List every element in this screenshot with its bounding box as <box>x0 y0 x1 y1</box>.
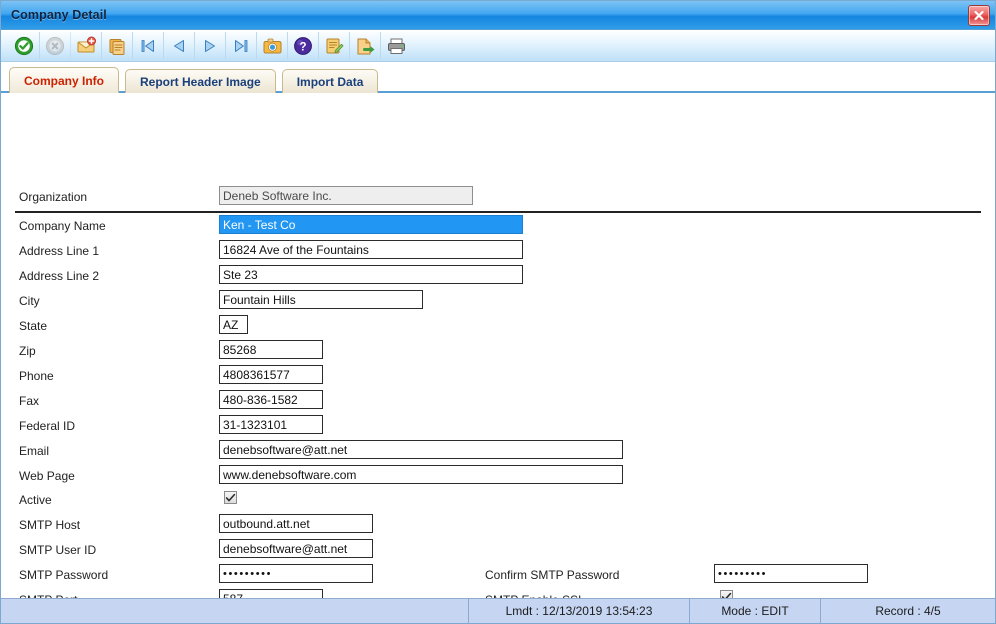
last-record-button[interactable] <box>226 32 257 59</box>
phone-input[interactable] <box>219 365 323 384</box>
active-label: Active <box>19 493 52 507</box>
tab-bar: Company Info Report Header Image Import … <box>1 62 995 93</box>
company-info-form: Organization Company Name Address Line 1… <box>1 93 995 598</box>
smtp-enable-ssl-label: SMTP Enable SSL <box>485 593 585 598</box>
phone-label: Phone <box>19 369 54 383</box>
export-button[interactable] <box>350 32 381 59</box>
section-divider <box>15 211 981 213</box>
next-record-button[interactable] <box>195 32 226 59</box>
status-bar-spacer <box>1 599 469 623</box>
print-button[interactable] <box>381 32 411 59</box>
smtp-password-input[interactable] <box>219 564 373 583</box>
smtp-host-input[interactable] <box>219 514 373 533</box>
checkmark-icon <box>225 493 236 501</box>
fax-input[interactable] <box>219 390 323 409</box>
state-input[interactable] <box>219 315 248 334</box>
first-arrow-icon <box>141 39 154 52</box>
green-check-circle-icon <box>14 36 34 55</box>
find-record-button[interactable] <box>257 32 288 59</box>
address-line-1-label: Address Line 1 <box>19 244 100 258</box>
tab-import-data-label: Import Data <box>296 74 364 89</box>
active-checkbox[interactable] <box>224 491 237 504</box>
smtp-password-label: SMTP Password <box>19 568 109 582</box>
city-label: City <box>19 294 40 308</box>
previous-arrow-icon <box>174 39 184 52</box>
save-button[interactable] <box>9 32 40 59</box>
zip-label: Zip <box>19 344 36 358</box>
last-arrow-icon <box>235 39 248 52</box>
smtp-host-label: SMTP Host <box>19 518 81 532</box>
tab-company-info-label: Company Info <box>24 73 104 88</box>
close-window-button[interactable] <box>968 5 990 26</box>
address-line-2-input[interactable] <box>219 265 523 284</box>
status-mode: Mode : EDIT <box>690 599 821 623</box>
email-input[interactable] <box>219 440 623 459</box>
state-label: State <box>19 319 48 333</box>
company-detail-window: Company Detail ? Company Info Report Hea… <box>0 0 996 624</box>
confirm-smtp-password-input[interactable] <box>714 564 868 583</box>
tab-company-info[interactable]: Company Info <box>9 67 119 93</box>
confirm-smtp-password-label: Confirm SMTP Password <box>485 568 620 582</box>
company-name-label: Company Name <box>19 219 106 233</box>
tab-report-header-image-label: Report Header Image <box>140 74 261 89</box>
tab-report-header-image[interactable]: Report Header Image <box>125 69 276 93</box>
printer-icon <box>387 38 405 54</box>
toolbar: ? <box>1 30 995 62</box>
smtp-port-input[interactable] <box>219 589 323 598</box>
copy-record-button[interactable] <box>102 32 133 59</box>
status-record: Record : 4/5 <box>875 604 941 618</box>
new-document-icon <box>77 36 96 52</box>
window-title: Company Detail <box>11 8 107 22</box>
federal-id-label: Federal ID <box>19 419 76 433</box>
status-last-modified: Lmdt : 12/13/2019 13:54:23 <box>469 599 690 623</box>
tab-import-data[interactable]: Import Data <box>281 69 379 93</box>
web-page-label: Web Page <box>19 469 75 483</box>
organization-label: Organization <box>19 190 88 204</box>
export-page-icon <box>357 38 374 54</box>
camera-search-icon <box>263 38 281 53</box>
close-icon <box>974 10 984 21</box>
next-arrow-icon <box>205 39 215 52</box>
help-question-icon: ? <box>294 36 312 55</box>
web-page-input[interactable] <box>219 465 623 484</box>
help-button[interactable]: ? <box>288 32 319 59</box>
edit-record-button[interactable] <box>319 32 350 59</box>
address-line-2-label: Address Line 2 <box>19 269 100 283</box>
smtp-user-id-label: SMTP User ID <box>19 543 97 557</box>
copy-pages-icon <box>109 38 124 55</box>
new-record-button[interactable] <box>71 32 102 59</box>
zip-input[interactable] <box>219 340 323 359</box>
organization-input[interactable] <box>219 186 473 205</box>
title-bar: Company Detail <box>1 1 995 30</box>
svg-text:?: ? <box>299 41 306 53</box>
fax-label: Fax <box>19 394 40 408</box>
cancel-button[interactable] <box>40 32 71 59</box>
smtp-user-id-input[interactable] <box>219 539 373 558</box>
checkmark-icon <box>721 592 732 598</box>
status-bar: Lmdt : 12/13/2019 13:54:23 Mode : EDIT R… <box>1 598 995 623</box>
smtp-enable-ssl-checkbox[interactable] <box>720 590 733 598</box>
edit-notepad-icon <box>326 38 343 53</box>
company-name-input[interactable] <box>219 215 523 234</box>
city-input[interactable] <box>219 290 423 309</box>
gray-cancel-circle-icon <box>45 36 65 55</box>
first-record-button[interactable] <box>133 32 164 59</box>
address-line-1-input[interactable] <box>219 240 523 259</box>
email-label: Email <box>19 444 50 458</box>
federal-id-input[interactable] <box>219 415 323 434</box>
previous-record-button[interactable] <box>164 32 195 59</box>
smtp-port-label: SMTP Port <box>19 593 77 598</box>
